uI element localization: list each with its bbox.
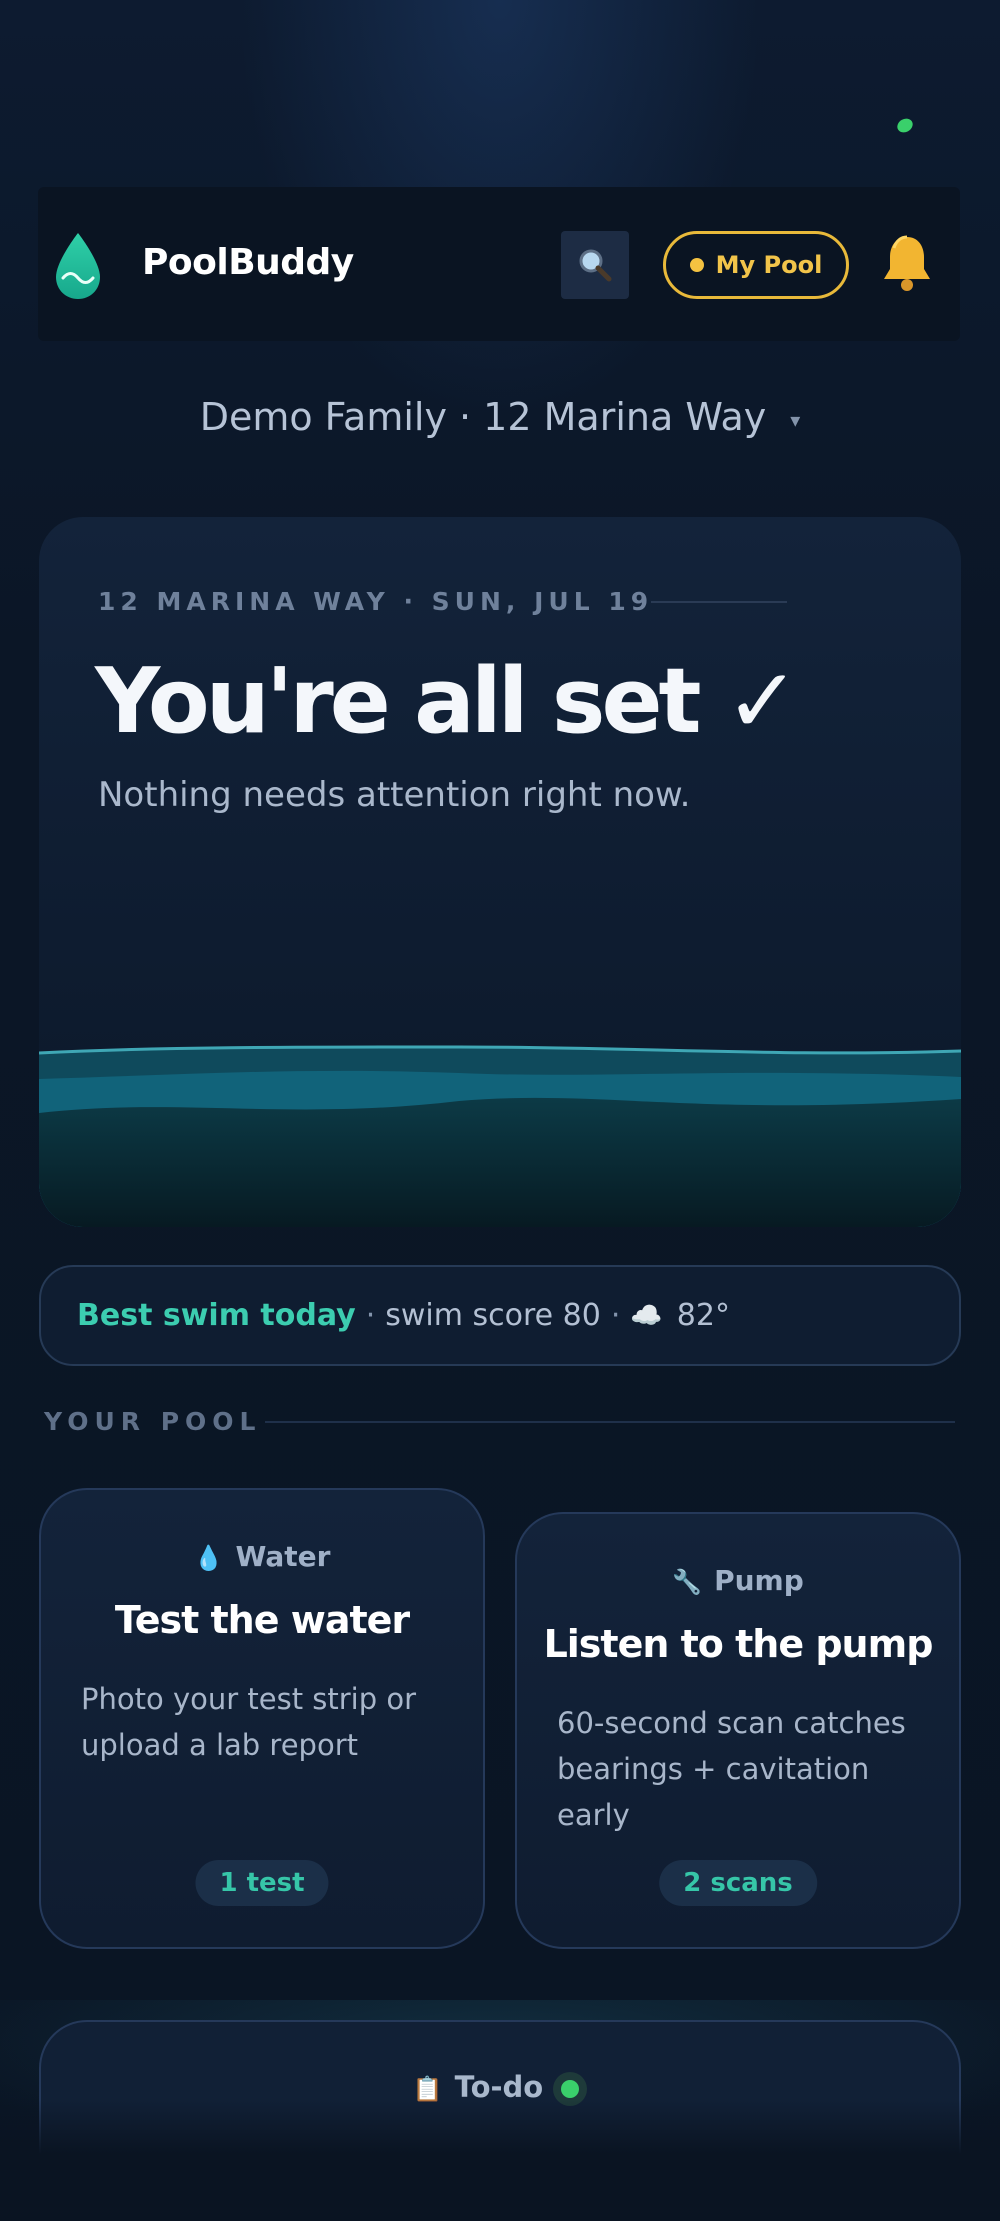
water-drop-icon: 💧 [193,1544,224,1572]
separator-dot: · [365,1298,376,1333]
card-category-label: Water [235,1540,331,1573]
separator-dot: · [610,1298,621,1333]
status-hero-card: 12 MARINA WAY · SUN, JUL 19 You're all s… [39,517,961,1227]
card-title: Test the water [114,1598,410,1642]
my-pool-label: My Pool [715,251,823,279]
hero-divider [651,601,787,603]
water-drop-logo-icon [56,233,100,299]
search-button[interactable] [561,231,629,299]
top-header: PoolBuddy My Pool [38,187,960,341]
scan-count-badge: 2 scans [659,1860,817,1906]
hero-kicker: 12 MARINA WAY · SUN, JUL 19 [98,587,654,616]
cloud-icon: ☁️ [630,1300,663,1331]
section-heading: YOUR POOL [44,1407,262,1436]
card-description: Photo your test strip or upload a lab re… [81,1682,417,1762]
swim-score: swim score 80 [385,1298,601,1333]
card-category: 🔧 Pump [517,1564,959,1597]
wrench-icon: 🔧 [672,1568,703,1596]
pump-scan-card[interactable]: 🔧 Pump Listen to the pump 60-second scan … [515,1512,961,1949]
household-label: Demo Family · 12 Marina Way [199,395,767,439]
bell-icon[interactable] [881,233,933,293]
clipboard-icon: 📋 [412,2075,443,2103]
hero-subtitle: Nothing needs attention right now. [98,775,691,815]
best-swim-label: Best swim today [77,1298,356,1333]
section-divider [265,1421,955,1423]
card-title: Listen to the pump [543,1622,934,1666]
water-wave-illustration [39,1045,961,1227]
card-category: 💧 Water [41,1540,483,1573]
chevron-down-icon: ▾ [790,407,801,432]
hero-title: You're all set ✓ [95,649,800,754]
pool-status-dot [689,258,704,272]
swim-forecast-bar[interactable]: Best swim today · swim score 80 · ☁️ 82° [39,1265,961,1366]
my-pool-button[interactable]: My Pool [663,231,849,299]
todo-label: To-do [454,2070,544,2104]
bottom-fade [0,2100,1000,2221]
brand-name[interactable]: PoolBuddy [142,242,354,283]
water-test-card[interactable]: 💧 Water Test the water Photo your test st… [39,1488,485,1949]
search-icon [579,249,612,282]
temperature: 82° [676,1298,730,1333]
household-selector[interactable]: Demo Family · 12 Marina Way ▾ [0,395,1000,439]
test-count-badge: 1 test [195,1860,329,1906]
card-description: 60-second scan catches bearings + cavita… [557,1706,906,1832]
card-category-label: Pump [714,1564,804,1597]
